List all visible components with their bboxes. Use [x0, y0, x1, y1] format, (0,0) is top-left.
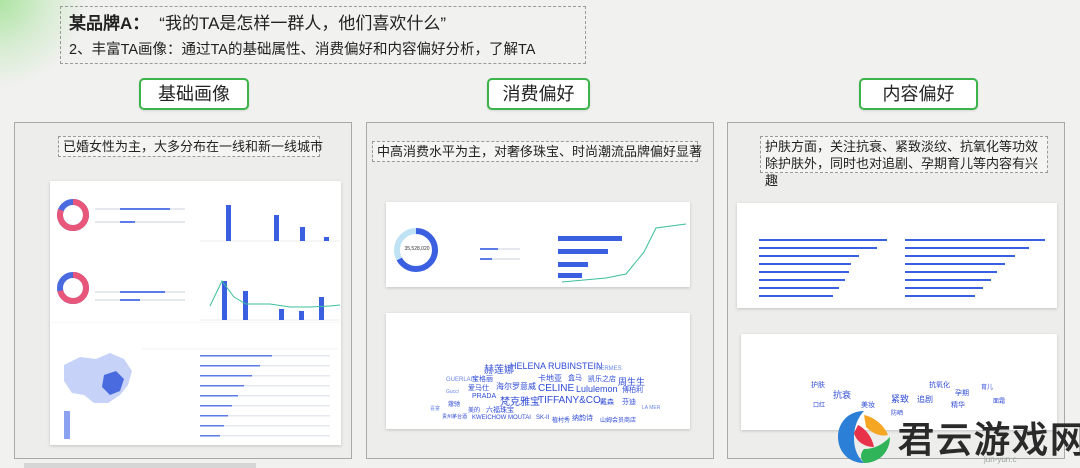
dashboard-spending: 35,528,020	[386, 202, 690, 287]
age-bar	[300, 227, 305, 241]
age-bar	[274, 215, 279, 241]
content-word: 口红	[813, 403, 826, 409]
caption-content: 护肤方面，关注抗衰、紧致淡纹、抗氧化等功效除护肤外，同时也对追剧、孕期育儿等内容…	[760, 136, 1048, 188]
watermark-logo-icon	[838, 411, 890, 463]
dashboard-region	[50, 323, 341, 445]
brand-label: 某品牌A：	[69, 14, 150, 33]
interest-right-bars	[905, 239, 1045, 297]
content-word: 护肤	[811, 382, 825, 389]
bottom-strip	[24, 463, 256, 468]
demographics-charts	[57, 199, 341, 321]
brand-word: 海尔	[496, 382, 512, 391]
brand-word: 爱马仕	[468, 385, 489, 392]
brand-word: 罗意威	[512, 382, 536, 391]
age-bar	[226, 205, 231, 241]
gender-bar-track	[95, 221, 185, 223]
map-legend	[64, 411, 70, 439]
brand-word: PRADA	[472, 393, 497, 400]
tag-content: 内容偏好	[859, 78, 978, 110]
content-word: 抗氧化	[929, 382, 950, 389]
brand-word: 盒马	[568, 375, 582, 382]
content-word: 追剧	[917, 395, 933, 404]
income-bar	[243, 291, 248, 320]
brand-word: SK-II	[536, 415, 550, 421]
brand-word: 凯乐之店	[588, 376, 616, 383]
content-word: 育儿	[981, 385, 994, 391]
brand-word: 六福珠宝	[486, 407, 514, 414]
income-bar	[279, 309, 284, 320]
headline-title: 某品牌A： “我的TA是怎样一群人，他们喜欢什么”	[69, 13, 577, 35]
brand-word: 喜宴	[430, 406, 441, 412]
brand-word-cloud: 赫莲娜 HELENA RUBINSTEIN HERMES GUERLAIN 宝格…	[386, 313, 690, 429]
region-map-and-table	[64, 348, 338, 439]
brand-word: 蔻驰	[448, 402, 461, 408]
caption-basic-profile: 已婚女性为主，大多分布在一线和新一线城市	[58, 136, 323, 157]
headline-question: “我的TA是怎样一群人，他们喜欢什么”	[159, 14, 447, 33]
headline-subtitle: 2、丰富TA画像：通过TA的基础属性、消费偏好和内容偏好分析，了解TA	[69, 42, 536, 58]
brand-word: 芬迪	[622, 399, 636, 406]
spending-donut-value: 35,528,020	[404, 246, 430, 252]
age-bar	[324, 237, 329, 241]
spending-bar	[480, 248, 498, 250]
headline-box: 某品牌A： “我的TA是怎样一群人，他们喜欢什么” 2、丰富TA画像：通过TA的基…	[60, 6, 586, 64]
category-bar	[558, 249, 608, 254]
dashboard-demographics	[50, 181, 341, 324]
category-bar	[558, 236, 622, 241]
brand-word: HERMES	[596, 366, 622, 372]
brand-word: KWEICHOW MOUTAI	[472, 415, 531, 421]
spending-charts	[394, 223, 687, 283]
brand-word: 山姆会员商店	[600, 418, 637, 424]
interest-bars	[759, 239, 1045, 297]
brand-word: LA MER	[642, 405, 661, 411]
region-rows	[200, 355, 330, 437]
interest-left-bars	[759, 239, 887, 297]
brand-word: 纳韵诗	[572, 415, 593, 422]
brand-word: CELINE	[538, 383, 575, 394]
brand-word: 博柏利	[622, 387, 643, 394]
brand-word: 植村秀	[552, 418, 571, 424]
content-word: 面霜	[993, 399, 1006, 405]
income-bar	[319, 297, 324, 320]
tag-consumption: 消费偏好	[487, 78, 590, 110]
brand-word: 美的	[468, 408, 481, 414]
content-word: 抗衰	[833, 390, 852, 400]
dashboard-interests	[737, 203, 1057, 308]
spending-bar	[480, 258, 492, 260]
category-bar	[558, 262, 588, 267]
marital-bar	[120, 299, 140, 301]
tag-basic-profile: 基础画像	[139, 78, 249, 110]
income-bar	[299, 311, 304, 320]
watermark: 君云游戏网 jun-yun.c	[834, 405, 1080, 468]
gender-bar	[120, 208, 170, 210]
gender-bar	[120, 221, 135, 223]
content-word: 紧致	[891, 394, 910, 404]
brand-word: TIFFANY&CO.	[538, 395, 604, 406]
brand-word: HELENA RUBINSTEIN	[510, 361, 603, 371]
brand-word: Lululemon	[576, 384, 618, 394]
dashboard-brand-cloud: 赫莲娜 HELENA RUBINSTEIN HERMES GUERLAIN 宝格…	[386, 313, 690, 429]
logo-petal-orange	[864, 415, 888, 436]
brand-word: 戴森	[600, 399, 614, 406]
watermark-sub: jun-yun.c	[984, 455, 1017, 464]
marital-bar	[120, 291, 165, 293]
brand-word: 贵州茅台酒	[442, 414, 468, 420]
caption-consumption: 中高消费水平为主，对奢侈珠宝、时尚潮流品牌偏好显著	[372, 141, 702, 162]
category-bar	[558, 273, 582, 278]
brand-word: Gucci	[446, 389, 459, 395]
content-word: 孕期	[955, 390, 969, 397]
